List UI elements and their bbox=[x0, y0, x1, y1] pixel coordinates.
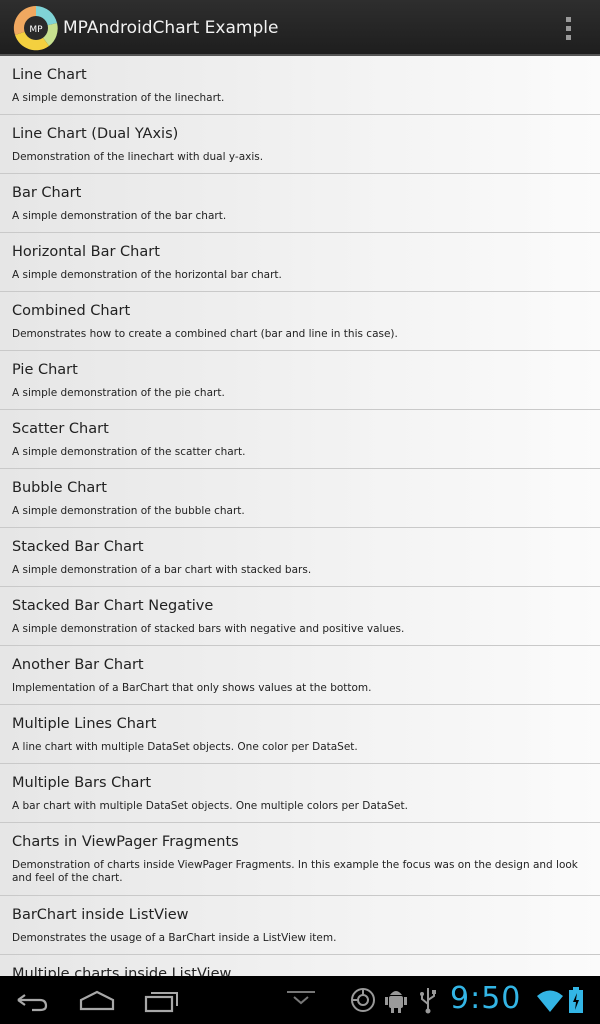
item-description: A simple demonstration of the scatter ch… bbox=[12, 446, 246, 458]
item-title: Bar Chart bbox=[12, 185, 82, 201]
back-icon[interactable] bbox=[14, 984, 50, 1016]
item-title: Scatter Chart bbox=[12, 421, 109, 437]
list-item-scatter-chart[interactable]: Scatter Chart A simple demonstration of … bbox=[0, 410, 600, 469]
home-icon[interactable] bbox=[77, 984, 117, 1016]
item-description: A simple demonstration of the bubble cha… bbox=[12, 505, 245, 517]
app-logo-icon[interactable]: MP bbox=[13, 5, 59, 51]
item-title: Multiple Bars Chart bbox=[12, 775, 152, 791]
battery-icon bbox=[568, 986, 584, 1014]
item-title: Multiple Lines Chart bbox=[12, 716, 157, 732]
item-description: A simple demonstration of the horizontal… bbox=[12, 269, 282, 281]
app-logo-text: MP bbox=[29, 25, 43, 35]
list-item-bar-chart[interactable]: Bar Chart A simple demonstration of the … bbox=[0, 174, 600, 233]
list-item-bubble-chart[interactable]: Bubble Chart A simple demonstration of t… bbox=[0, 469, 600, 528]
system-navigation-bar: 9:50 bbox=[0, 976, 600, 1024]
list-item-multiple-bars-chart[interactable]: Multiple Bars Chart A bar chart with mul… bbox=[0, 764, 600, 823]
item-title: Line Chart bbox=[12, 67, 87, 83]
item-title: Stacked Bar Chart bbox=[12, 539, 144, 555]
recent-apps-icon[interactable] bbox=[142, 984, 182, 1016]
item-title: Bubble Chart bbox=[12, 480, 107, 496]
item-description: A simple demonstration of the pie chart. bbox=[12, 387, 225, 399]
item-description: Demonstrates the usage of a BarChart ins… bbox=[12, 932, 337, 944]
usb-icon bbox=[418, 986, 438, 1014]
item-title: Another Bar Chart bbox=[12, 657, 144, 673]
item-title: Charts in ViewPager Fragments bbox=[12, 834, 239, 850]
list-item-charts-in-viewpager[interactable]: Charts in ViewPager Fragments Demonstrat… bbox=[0, 823, 600, 896]
list-item-stacked-bar-chart[interactable]: Stacked Bar Chart A simple demonstration… bbox=[0, 528, 600, 587]
list-item-multiple-lines-chart[interactable]: Multiple Lines Chart A line chart with m… bbox=[0, 705, 600, 764]
list-item-multiple-charts-inside-listview[interactable]: Multiple charts inside ListView bbox=[0, 955, 600, 976]
item-description: Demonstration of the linechart with dual… bbox=[12, 151, 264, 163]
item-description: A bar chart with multiple DataSet object… bbox=[12, 800, 408, 812]
list-item-horizontal-bar-chart[interactable]: Horizontal Bar Chart A simple demonstrat… bbox=[0, 233, 600, 292]
item-title: BarChart inside ListView bbox=[12, 907, 189, 923]
status-clock: 9:50 bbox=[450, 981, 522, 1016]
action-bar: MP MPAndroidChart Example bbox=[0, 0, 600, 56]
item-title: Line Chart (Dual YAxis) bbox=[12, 126, 179, 142]
list-item-combined-chart[interactable]: Combined Chart Demonstrates how to creat… bbox=[0, 292, 600, 351]
list-item-barchart-inside-listview[interactable]: BarChart inside ListView Demonstrates th… bbox=[0, 896, 600, 955]
item-title: Horizontal Bar Chart bbox=[12, 244, 160, 260]
list-item-stacked-bar-chart-negative[interactable]: Stacked Bar Chart Negative A simple demo… bbox=[0, 587, 600, 646]
list-item-line-chart-dual-yaxis[interactable]: Line Chart (Dual YAxis) Demonstration of… bbox=[0, 115, 600, 174]
item-description: Demonstrates how to create a combined ch… bbox=[12, 328, 398, 340]
wifi-icon bbox=[536, 986, 564, 1014]
item-description: A simple demonstration of a bar chart wi… bbox=[12, 564, 312, 576]
item-title: Combined Chart bbox=[12, 303, 131, 319]
android-debug-icon bbox=[385, 986, 407, 1014]
sync-icon bbox=[348, 986, 378, 1014]
hide-keyboard-icon[interactable] bbox=[285, 984, 317, 1016]
list-item-another-bar-chart[interactable]: Another Bar Chart Implementation of a Ba… bbox=[0, 646, 600, 705]
item-description: Implementation of a BarChart that only s… bbox=[12, 682, 372, 694]
item-description: A simple demonstration of the bar chart. bbox=[12, 210, 227, 222]
item-description: Demonstration of charts inside ViewPager… bbox=[12, 859, 578, 884]
list-item-pie-chart[interactable]: Pie Chart A simple demonstration of the … bbox=[0, 351, 600, 410]
item-description: A simple demonstration of stacked bars w… bbox=[12, 623, 405, 635]
list-item-line-chart[interactable]: Line Chart A simple demonstration of the… bbox=[0, 56, 600, 115]
app-title: MPAndroidChart Example bbox=[63, 18, 279, 38]
app-window: MP MPAndroidChart Example Line Chart A s… bbox=[0, 0, 600, 976]
item-title: Stacked Bar Chart Negative bbox=[12, 598, 214, 614]
chart-demo-list: Line Chart A simple demonstration of the… bbox=[0, 56, 600, 976]
item-description: A line chart with multiple DataSet objec… bbox=[12, 741, 358, 753]
item-description: A simple demonstration of the linechart. bbox=[12, 92, 225, 104]
overflow-menu-icon[interactable] bbox=[556, 12, 580, 44]
item-title: Multiple charts inside ListView bbox=[12, 966, 232, 976]
item-title: Pie Chart bbox=[12, 362, 78, 378]
